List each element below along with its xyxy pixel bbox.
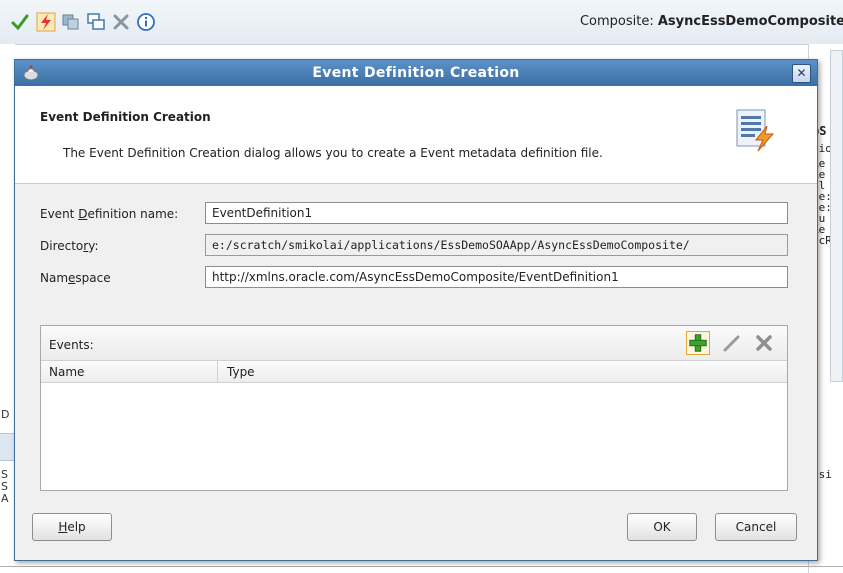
label-text: space [75,271,111,285]
namespace-input[interactable]: http://xmlns.oracle.com/AsyncEssDemoComp… [205,266,788,288]
events-label: Events: [49,338,94,352]
dialog-titlebar[interactable]: Event Definition Creation ✕ [15,60,817,86]
background-left-strip: D S S A [0,44,15,573]
divider [0,566,843,567]
label-text: efinition name: [87,207,179,221]
add-event-button[interactable] [686,331,710,355]
column-separator[interactable] [217,361,218,382]
check-icon[interactable] [10,12,30,32]
composite-label-text: Composite: [579,14,654,29]
copy-icon[interactable] [61,12,81,32]
close-icon: ✕ [796,66,807,80]
help-button[interactable]: Help [32,513,112,541]
label-text: y: [88,239,99,253]
column-header-type[interactable]: Type [227,365,255,379]
cancel-button[interactable]: Cancel [715,513,797,541]
background-scrollbar[interactable] [830,50,843,382]
bg-fragment: A [1,492,9,505]
close-button[interactable]: ✕ [792,64,811,83]
ok-button[interactable]: OK [627,513,697,541]
events-header: Events: [41,326,787,361]
event-definition-dialog: Event Definition Creation ✕ Event Defini… [14,59,818,561]
button-label: elp [67,520,86,534]
delete-event-button[interactable] [752,331,776,355]
bg-fragment: D [1,408,10,421]
dialog-title: Event Definition Creation [312,65,520,81]
delete-x-icon [756,335,772,351]
lightning-icon[interactable] [36,12,56,32]
composite-name: AsyncEssDemoComposite [657,14,843,29]
namespace-label: Namespace [40,271,111,285]
directory-label: Directory: [40,239,99,253]
label-text: Directo [40,239,84,253]
main-toolbar: Composite: AsyncEssDemoComposite [0,0,843,45]
edit-event-button[interactable] [720,331,744,355]
composite-label: Composite: AsyncEssDemoComposite [580,14,843,29]
plus-icon [689,334,707,352]
layers-icon[interactable] [86,12,106,32]
event-definition-icon [736,109,775,152]
directory-field[interactable]: e:/scratch/smikolai/applications/EssDemo… [205,234,788,256]
info-icon[interactable] [136,12,156,32]
header-title: Event Definition Creation [40,110,211,124]
event-name-label: Event Definition name: [40,207,178,221]
x-icon[interactable] [111,12,131,32]
button-mnemonic: H [58,520,68,534]
dialog-header: Event Definition Creation The Event Defi… [15,86,817,184]
pencil-icon [723,335,740,352]
label-text: Event [40,207,79,221]
column-header-name[interactable]: Name [49,365,84,379]
event-name-input[interactable]: EventDefinition1 [205,202,788,224]
events-table-header: Name Type [41,361,787,383]
events-panel: Events: Name Type [40,325,788,491]
label-text: Nam [40,271,69,285]
header-description: The Event Definition Creation dialog all… [63,146,603,160]
